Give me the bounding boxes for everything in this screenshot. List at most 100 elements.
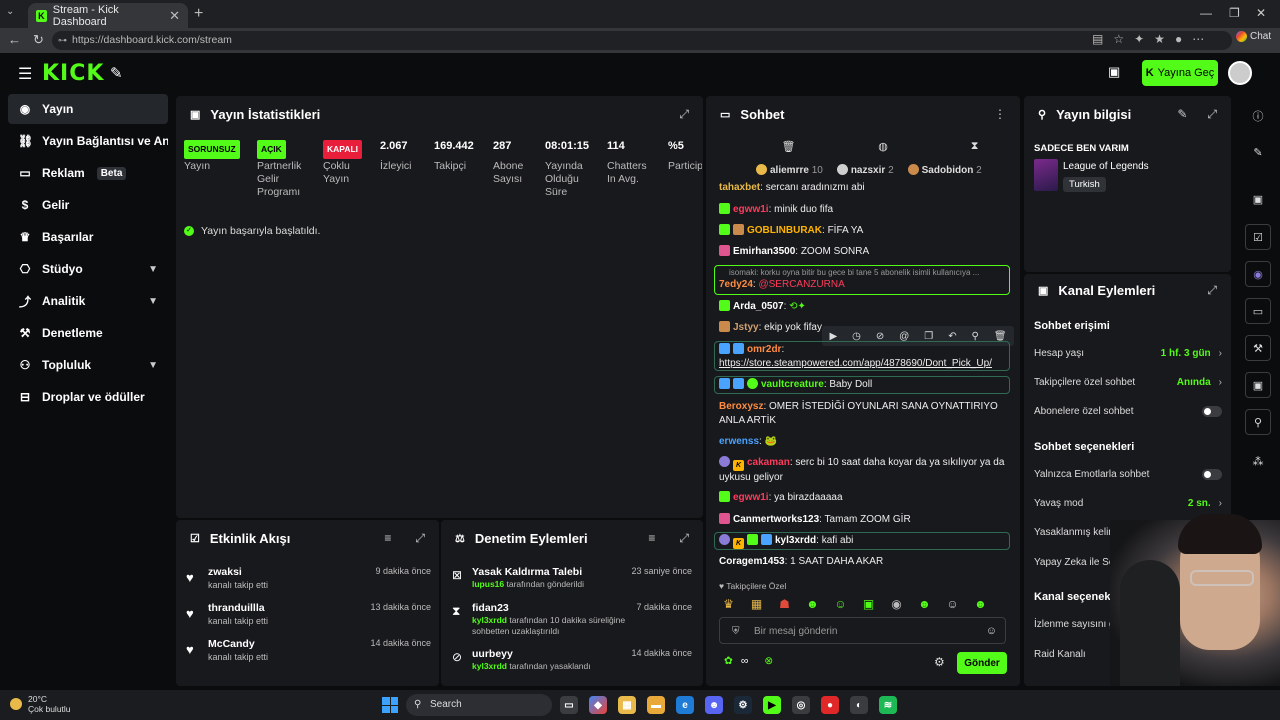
expand-icon[interactable]: ⤢ — [679, 107, 689, 122]
creator-tools-icon[interactable]: ✎ — [110, 64, 123, 82]
more-vertical-icon[interactable]: ⋮ — [994, 107, 1006, 121]
mod-action-title[interactable]: fidan23 — [472, 602, 509, 614]
slow-mode-setting[interactable]: Yavaş mod 2 sn. › — [1034, 498, 1222, 509]
subscribers-only-toggle[interactable] — [1202, 406, 1222, 417]
ball-emote-icon[interactable]: ◉ — [887, 596, 906, 612]
play-icon[interactable]: ▶ — [829, 331, 837, 342]
go-live-button[interactable]: K Yayına Geç — [1142, 60, 1218, 86]
activity-panel-icon[interactable]: ☑ — [1245, 224, 1271, 250]
frog-emote-icon[interactable]: ☺ — [943, 596, 962, 612]
sidebar-item-drops[interactable]: ⊟ Droplar ve ödüller — [8, 382, 168, 412]
stream-preview-icon[interactable]: ◉ — [1245, 261, 1271, 287]
chat-message[interactable]: egww1i: minik duo fifa — [719, 203, 1009, 217]
gifter-item[interactable]: aliemrre 10 — [756, 164, 823, 176]
stream-category[interactable]: League of Legends — [1063, 161, 1149, 172]
list-item[interactable]: ♥ McCandy kanalı takip etti 14 dakika ön… — [186, 638, 431, 672]
account-age-setting[interactable]: Hesap yaşı 1 hf. 3 gün › — [1034, 348, 1222, 359]
tab-list-icon[interactable]: ⌄ — [6, 6, 14, 17]
chat-link[interactable]: https://store.steampowered.com/app/48786… — [719, 357, 1009, 371]
copilot-app-icon[interactable]: ◆ — [589, 696, 607, 714]
chat-message[interactable]: Kkyl3xrdd: kafi abi — [719, 534, 1009, 549]
task-view-icon[interactable]: ▭ — [560, 696, 578, 714]
edge-browser-icon[interactable]: e — [676, 696, 694, 714]
store-icon[interactable]: ▦ — [618, 696, 636, 714]
sidebar-item-stream-key[interactable]: ⛓ Yayın Bağlantısı ve Anahtar — [8, 126, 168, 156]
followers-only-setting[interactable]: Takipçilere özel sohbet Anında › — [1034, 377, 1222, 388]
chat-username[interactable]: omr2dr — [747, 344, 781, 355]
moderation-panel-icon[interactable]: ⚒ — [1245, 335, 1271, 361]
chat-settings-icon[interactable]: ⚙ — [934, 655, 945, 669]
frog-emote-icon[interactable]: ☺ — [831, 596, 850, 612]
browser-chat-button[interactable]: Chat — [1236, 31, 1271, 42]
channel-actions-icon[interactable]: ▣ — [1245, 372, 1271, 398]
mention-icon[interactable]: @ — [899, 331, 909, 342]
chat-username[interactable]: Jstyy — [733, 322, 759, 333]
chat-username[interactable]: cakaman — [747, 457, 790, 468]
copy-icon[interactable]: ❐ — [924, 331, 933, 342]
reply-icon[interactable]: ↶ — [948, 331, 956, 342]
sidebar-item-community[interactable]: ⚇ Topluluk ▼ — [8, 350, 168, 380]
crown-emote-icon[interactable]: ♛ — [719, 596, 738, 612]
money-emote-icon[interactable]: ▦ — [747, 596, 766, 612]
sidebar-item-studio[interactable]: ⎔ Stüdyo ▼ — [8, 254, 168, 284]
stream-info-icon[interactable]: ⚲ — [1245, 409, 1271, 435]
extensions-icon[interactable]: ✦ — [1134, 32, 1144, 46]
pin-icon[interactable]: ⚲ — [972, 331, 979, 342]
send-button[interactable]: Gönder — [957, 652, 1007, 674]
chat-username[interactable]: Arda_0507 — [733, 301, 784, 312]
chat-username[interactable]: vaultcreature — [761, 379, 824, 390]
chat-username[interactable]: egww1i — [733, 492, 769, 503]
chat-message[interactable]: Beroxysz: OMER İSTEDİĞİ OYUNLARI SANA OY… — [719, 400, 1009, 428]
stats-panel-icon[interactable]: ▣ — [1251, 193, 1265, 206]
emoji-picker-icon[interactable]: ☺ — [986, 618, 997, 645]
list-item[interactable]: ♥ thranduillla kanalı takip etti 13 daki… — [186, 602, 431, 636]
follower-name[interactable]: thranduillla — [208, 602, 265, 614]
trash-icon[interactable]: 🗑 — [781, 140, 795, 153]
kick-points-icon[interactable]: ✿ — [724, 655, 733, 667]
chat-message[interactable]: vaultcreature: Baby Doll — [719, 378, 1009, 392]
theatre-mode-icon[interactable]: ▣ — [1108, 64, 1120, 80]
chat-message[interactable]: tahaxbet: sercanı aradınızmı abi — [719, 181, 1009, 195]
chat-message[interactable]: 7edy24: @SERCANZURNA — [719, 278, 1009, 292]
taskbar-search[interactable]: ⚲ Search — [406, 694, 552, 716]
recorder-icon[interactable]: ● — [821, 696, 839, 714]
chat-username[interactable]: Beroxysz — [719, 401, 763, 412]
layout-icon[interactable]: ⁂ — [1251, 455, 1265, 468]
site-info-icon[interactable]: ⊶ — [58, 31, 67, 50]
chat-username[interactable]: GOBLINBURAK — [747, 225, 822, 236]
chat-username[interactable]: 7edy24 — [719, 279, 753, 290]
expand-icon[interactable]: ⤢ — [1207, 107, 1217, 122]
actor-name[interactable]: kyl3xrdd — [472, 661, 507, 671]
chat-username[interactable]: Canmertworks123 — [733, 514, 819, 525]
chat-message[interactable]: erwenss: 🐸 — [719, 435, 1009, 449]
timeout-icon[interactable]: ◷ — [852, 331, 861, 342]
sidebar-item-stream[interactable]: ◉ Yayın — [8, 94, 168, 124]
windows-start-icon[interactable] — [382, 697, 398, 713]
kick-coin-icon[interactable]: ⊗ — [764, 655, 773, 667]
frog-emote-icon[interactable]: ☻ — [971, 596, 990, 612]
demon-emote-icon[interactable]: ☗ — [775, 596, 794, 612]
close-tab-icon[interactable]: ✕ — [169, 8, 180, 24]
discord-icon[interactable]: ☻ — [705, 696, 723, 714]
weather-widget[interactable]: 20°C Çok bulutlu — [10, 694, 71, 714]
ban-icon[interactable]: ⊘ — [876, 331, 884, 342]
chat-bubble-icon[interactable]: ◍ — [878, 140, 888, 153]
kick-app-icon[interactable]: ▶ — [763, 696, 781, 714]
filter-icon[interactable]: ≡ — [648, 531, 655, 545]
filter-icon[interactable]: ≡ — [384, 531, 391, 545]
back-icon[interactable]: ← — [8, 32, 21, 48]
chat-message[interactable]: Coragem1453: 1 SAAT DAHA AKAR — [719, 555, 1009, 569]
hamburger-menu-icon[interactable]: ☰ — [18, 64, 32, 84]
chat-username[interactable]: egww1i — [733, 204, 769, 215]
chat-message[interactable]: Emirhan3500: ZOOM SONRA — [719, 245, 1009, 259]
follower-name[interactable]: McCandy — [208, 638, 255, 650]
sidebar-item-analytics[interactable]: ⤴ Analitik ▼ — [8, 286, 168, 316]
address-bar[interactable]: ⊶ https://dashboard.kick.com/stream — [52, 31, 1232, 50]
emote-only-toggle[interactable] — [1202, 469, 1222, 480]
chat-message[interactable]: Arda_0507: ⟲✦ — [719, 300, 1009, 314]
chat-message[interactable]: Canmertworks123: Tamam ZOOM GİR — [719, 513, 1009, 527]
minimize-icon[interactable]: — — [1200, 6, 1212, 20]
list-item[interactable]: ⊘ uurbeyy kyl3xrdd tarafından yasaklandı… — [452, 648, 692, 682]
chat-username[interactable]: Coragem1453 — [719, 556, 785, 567]
gifter-item[interactable]: nazsxir 2 — [836, 164, 894, 176]
